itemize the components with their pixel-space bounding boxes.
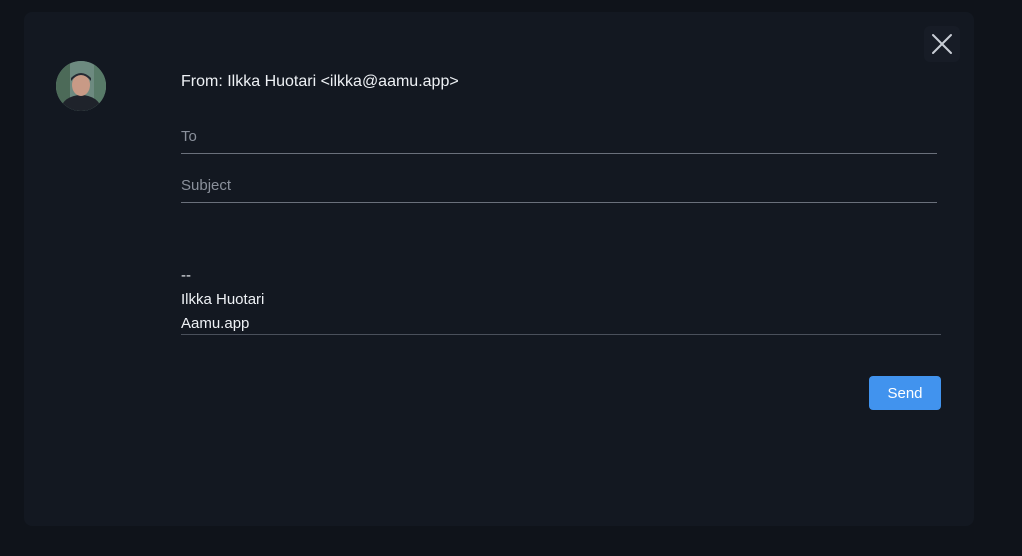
message-body-editor[interactable]: -- Ilkka Huotari Aamu.app — [181, 264, 941, 335]
to-input[interactable] — [181, 119, 937, 153]
signature-separator: -- — [181, 267, 191, 284]
subject-field-wrapper — [181, 168, 937, 203]
subject-input[interactable] — [181, 168, 937, 202]
close-button[interactable] — [924, 26, 960, 62]
send-button[interactable]: Send — [869, 376, 941, 410]
to-field-wrapper — [181, 119, 937, 154]
signature-name: Ilkka Huotari — [181, 291, 265, 308]
signature-company: Aamu.app — [181, 315, 250, 332]
avatar-photo — [56, 61, 106, 111]
from-line: From: Ilkka Huotari <ilkka@aamu.app> — [181, 73, 459, 90]
close-icon — [932, 34, 952, 54]
avatar — [56, 61, 106, 111]
page: From: Ilkka Huotari <ilkka@aamu.app> -- … — [0, 0, 1022, 556]
compose-panel: From: Ilkka Huotari <ilkka@aamu.app> -- … — [24, 12, 974, 526]
